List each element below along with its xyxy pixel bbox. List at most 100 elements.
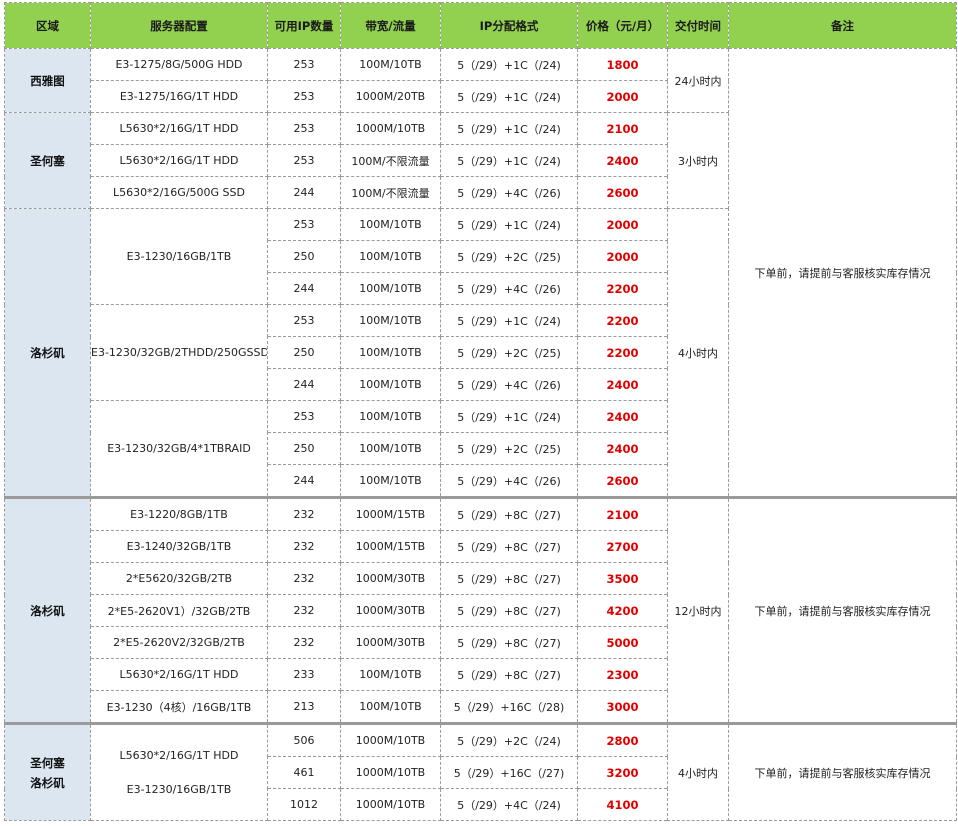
ip-count-cell: 232	[267, 562, 341, 595]
ip-count-cell: 253	[267, 80, 341, 113]
ip-format-cell: 5（/29）+1C（/24)	[440, 48, 578, 81]
config-line: L5630*2/16G/1T HDD	[119, 748, 239, 762]
ip-count-cell: 250	[267, 432, 341, 465]
table-row: 西雅图 E3-1275/8G/500G HDD 253 100M/10TB 5（…	[4, 48, 957, 498]
ip-format-cell: 5（/29）+1C（/24)	[440, 208, 578, 241]
ip-format-cell: 5（/29）+8C（/27)	[440, 496, 578, 531]
ip-format-cell: 5（/29）+1C（/24)	[440, 144, 578, 177]
table-row: 洛杉矶 E3-1220/8GB/1TB 232 1000M/15TB 5（/29…	[4, 496, 957, 724]
note-cell: 下单前，请提前与客服核实库存情况	[728, 496, 957, 724]
header-delivery: 交付时间	[667, 2, 729, 49]
config-cell: E3-1240/32GB/1TB	[90, 530, 268, 563]
table-row: 圣何塞 洛杉矶 L5630*2/16G/1T HDD E3-1230/16GB/…	[4, 722, 957, 821]
header-bandwidth: 带宽/流量	[340, 2, 441, 49]
ip-format-cell: 5（/29）+4C（/26)	[440, 176, 578, 209]
price-cell: 2700	[577, 530, 668, 563]
note-cell: 下单前，请提前与客服核实库存情况	[728, 722, 957, 821]
ip-count-cell: 244	[267, 272, 341, 305]
bandwidth-cell: 100M/不限流量	[340, 144, 441, 177]
bandwidth-cell: 100M/10TB	[340, 432, 441, 465]
price-cell: 4200	[577, 594, 668, 627]
price-cell: 4100	[577, 788, 668, 821]
config-cell: E3-1230/32GB/2THDD/250GSSD	[90, 304, 268, 401]
server-price-table: 区域 服务器配置 可用IP数量 带宽/流量 IP分配格式 价格（元/月） 交付时…	[4, 2, 957, 821]
config-cell: L5630*2/16G/1T HDD	[90, 144, 268, 177]
ip-format-cell: 5（/29）+1C（/24)	[440, 80, 578, 113]
price-cell: 2200	[577, 272, 668, 305]
ip-count-cell: 253	[267, 208, 341, 241]
ip-format-cell: 5（/29）+2C（/25)	[440, 240, 578, 273]
bandwidth-cell: 1000M/30TB	[340, 626, 441, 659]
ip-format-cell: 5（/29）+1C（/24)	[440, 304, 578, 337]
header-ip-format: IP分配格式	[440, 2, 578, 49]
bandwidth-cell: 100M/10TB	[340, 400, 441, 433]
config-cell: L5630*2/16G/1T HDD	[90, 112, 268, 145]
price-cell: 2600	[577, 464, 668, 498]
price-cell: 2400	[577, 432, 668, 465]
price-cell: 2000	[577, 240, 668, 273]
ip-count-cell: 250	[267, 336, 341, 369]
bandwidth-cell: 100M/10TB	[340, 690, 441, 724]
config-cell: E3-1275/8G/500G HDD	[90, 48, 268, 81]
config-cell: L5630*2/16G/1T HDD E3-1230/16GB/1TB	[90, 722, 268, 821]
region-cell: 圣何塞	[4, 112, 91, 209]
bandwidth-cell: 1000M/15TB	[340, 496, 441, 531]
ip-format-cell: 5（/29）+8C（/27)	[440, 530, 578, 563]
config-cell: E3-1230（4核）/16GB/1TB	[90, 690, 268, 724]
ip-count-cell: 250	[267, 240, 341, 273]
ip-count-cell: 244	[267, 464, 341, 498]
ip-count-cell: 232	[267, 530, 341, 563]
config-cell: L5630*2/16G/1T HDD	[90, 658, 268, 691]
config-cell: 2*E5-2620V1）/32GB/2TB	[90, 594, 268, 627]
bandwidth-cell: 100M/不限流量	[340, 176, 441, 209]
header-price: 价格（元/月）	[577, 2, 668, 49]
price-cell: 2600	[577, 176, 668, 209]
ip-format-cell: 5（/29）+8C（/27)	[440, 626, 578, 659]
region-cell: 洛杉矶	[4, 496, 91, 724]
ip-count-cell: 232	[267, 626, 341, 659]
config-cell: E3-1230/16GB/1TB	[90, 208, 268, 305]
ip-format-cell: 5（/29）+1C（/24)	[440, 112, 578, 145]
header-region: 区域	[4, 2, 91, 49]
price-cell: 3200	[577, 756, 668, 789]
bandwidth-cell: 100M/10TB	[340, 240, 441, 273]
ip-format-cell: 5（/29）+2C（/24)	[440, 722, 578, 757]
price-cell: 2200	[577, 336, 668, 369]
region-cell: 西雅图	[4, 48, 91, 113]
ip-count-cell: 232	[267, 496, 341, 531]
bandwidth-cell: 100M/10TB	[340, 208, 441, 241]
ip-format-cell: 5（/29）+8C（/27)	[440, 594, 578, 627]
ip-count-cell: 461	[267, 756, 341, 789]
region-line: 圣何塞	[30, 755, 65, 770]
bandwidth-cell: 100M/10TB	[340, 368, 441, 401]
price-cell: 2100	[577, 112, 668, 145]
bandwidth-cell: 1000M/30TB	[340, 594, 441, 627]
ip-format-cell: 5（/29）+4C（/26)	[440, 272, 578, 305]
ip-count-cell: 244	[267, 368, 341, 401]
ip-format-cell: 5（/29）+8C（/27)	[440, 562, 578, 595]
ip-count-cell: 253	[267, 48, 341, 81]
delivery-cell: 4小时内	[667, 722, 729, 821]
bandwidth-cell: 1000M/10TB	[340, 756, 441, 789]
header-config: 服务器配置	[90, 2, 268, 49]
header-notes: 备注	[728, 2, 957, 49]
ip-format-cell: 5（/29）+4C（/26)	[440, 464, 578, 498]
config-cell: E3-1275/16G/1T HDD	[90, 80, 268, 113]
bandwidth-cell: 1000M/20TB	[340, 80, 441, 113]
price-cell: 5000	[577, 626, 668, 659]
ip-count-cell: 244	[267, 176, 341, 209]
ip-format-cell: 5（/29）+16C（/28)	[440, 690, 578, 724]
price-cell: 2800	[577, 722, 668, 757]
price-cell: 2200	[577, 304, 668, 337]
ip-count-cell: 213	[267, 690, 341, 724]
price-cell: 2300	[577, 658, 668, 691]
price-cell: 2000	[577, 208, 668, 241]
ip-count-cell: 1012	[267, 788, 341, 821]
price-cell: 2400	[577, 144, 668, 177]
bandwidth-cell: 1000M/10TB	[340, 722, 441, 757]
ip-format-cell: 5（/29）+2C（/25)	[440, 336, 578, 369]
note-cell: 下单前，请提前与客服核实库存情况	[728, 48, 957, 498]
config-cell: L5630*2/16G/500G SSD	[90, 176, 268, 209]
bandwidth-cell: 100M/10TB	[340, 464, 441, 498]
ip-format-cell: 5（/29）+2C（/25)	[440, 432, 578, 465]
